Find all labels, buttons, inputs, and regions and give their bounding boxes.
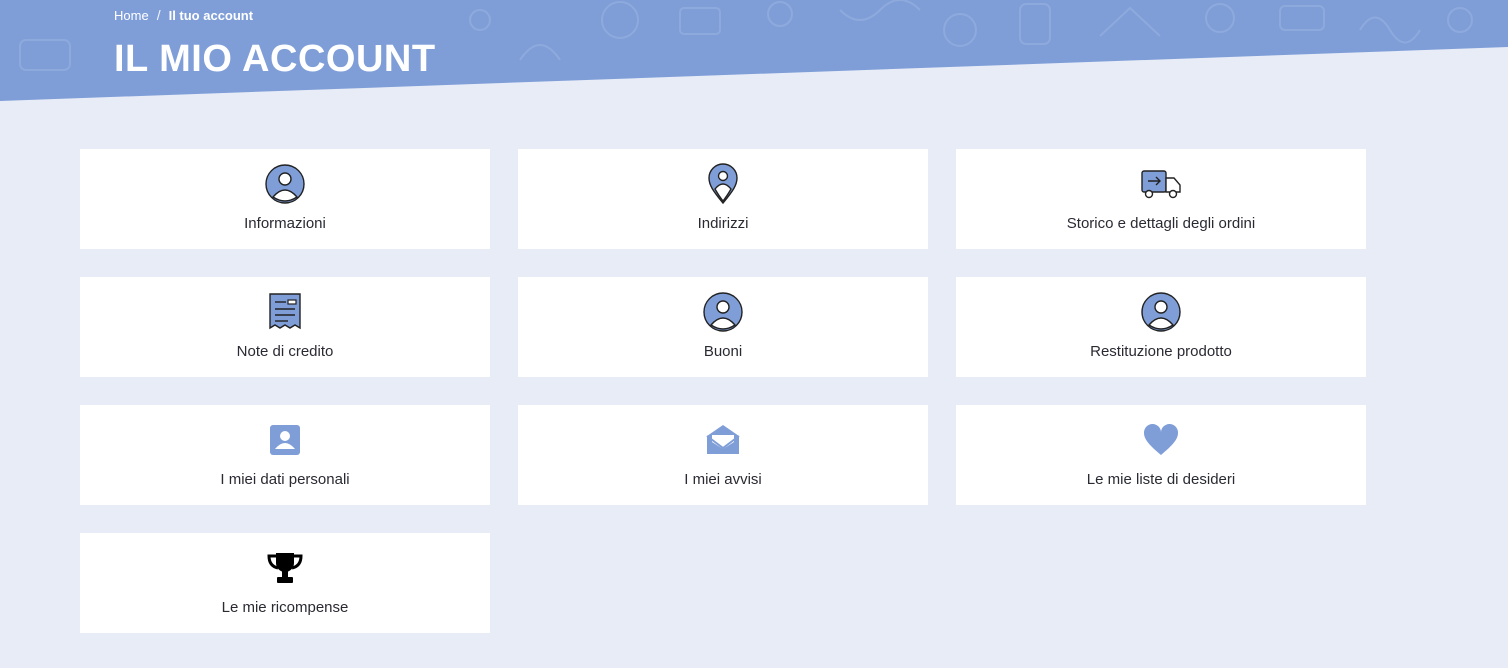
- account-links-grid: Informazioni Indirizzi Storico e dettagl…: [80, 149, 1366, 633]
- card-ricompense[interactable]: Le mie ricompense: [80, 533, 490, 633]
- card-label: Le mie liste di desideri: [1086, 471, 1236, 488]
- user-circle-icon: [265, 163, 305, 205]
- user-circle-icon: [1141, 291, 1181, 333]
- delivery-truck-icon: [1140, 163, 1182, 205]
- card-dati-personali[interactable]: I miei dati personali: [80, 405, 490, 505]
- card-indirizzi[interactable]: Indirizzi: [518, 149, 928, 249]
- user-circle-icon: [703, 291, 743, 333]
- heart-icon: [1143, 419, 1179, 461]
- receipt-icon: [268, 291, 302, 333]
- breadcrumb-home-link[interactable]: Home: [114, 8, 149, 23]
- card-buoni[interactable]: Buoni: [518, 277, 928, 377]
- card-label: Restituzione prodotto: [1090, 343, 1232, 360]
- map-pin-icon: [707, 163, 739, 205]
- breadcrumb-current: Il tuo account: [168, 7, 254, 23]
- envelope-open-icon: [705, 419, 741, 461]
- card-label: I miei avvisi: [684, 471, 762, 488]
- card-restituzione-prodotto[interactable]: Restituzione prodotto: [956, 277, 1366, 377]
- page-title: IL MIO ACCOUNT: [114, 38, 436, 80]
- card-label: Storico e dettagli degli ordini: [1066, 215, 1256, 232]
- card-label: Informazioni: [244, 215, 326, 232]
- card-storico-ordini[interactable]: Storico e dettagli degli ordini: [956, 149, 1366, 249]
- card-label: Le mie ricompense: [221, 599, 349, 616]
- hero-banner: Home / Il tuo account IL MIO ACCOUNT: [0, 0, 1508, 102]
- trophy-icon: [266, 547, 304, 589]
- card-label: Indirizzi: [697, 215, 749, 232]
- card-avvisi[interactable]: I miei avvisi: [518, 405, 928, 505]
- card-label: I miei dati personali: [220, 471, 350, 488]
- card-informazioni[interactable]: Informazioni: [80, 149, 490, 249]
- breadcrumb-separator: /: [156, 7, 161, 23]
- id-card-icon: [269, 419, 301, 461]
- card-label: Note di credito: [236, 343, 334, 360]
- card-note-di-credito[interactable]: Note di credito: [80, 277, 490, 377]
- card-liste-desideri[interactable]: Le mie liste di desideri: [956, 405, 1366, 505]
- breadcrumb: Home / Il tuo account: [114, 7, 253, 23]
- card-label: Buoni: [703, 343, 743, 360]
